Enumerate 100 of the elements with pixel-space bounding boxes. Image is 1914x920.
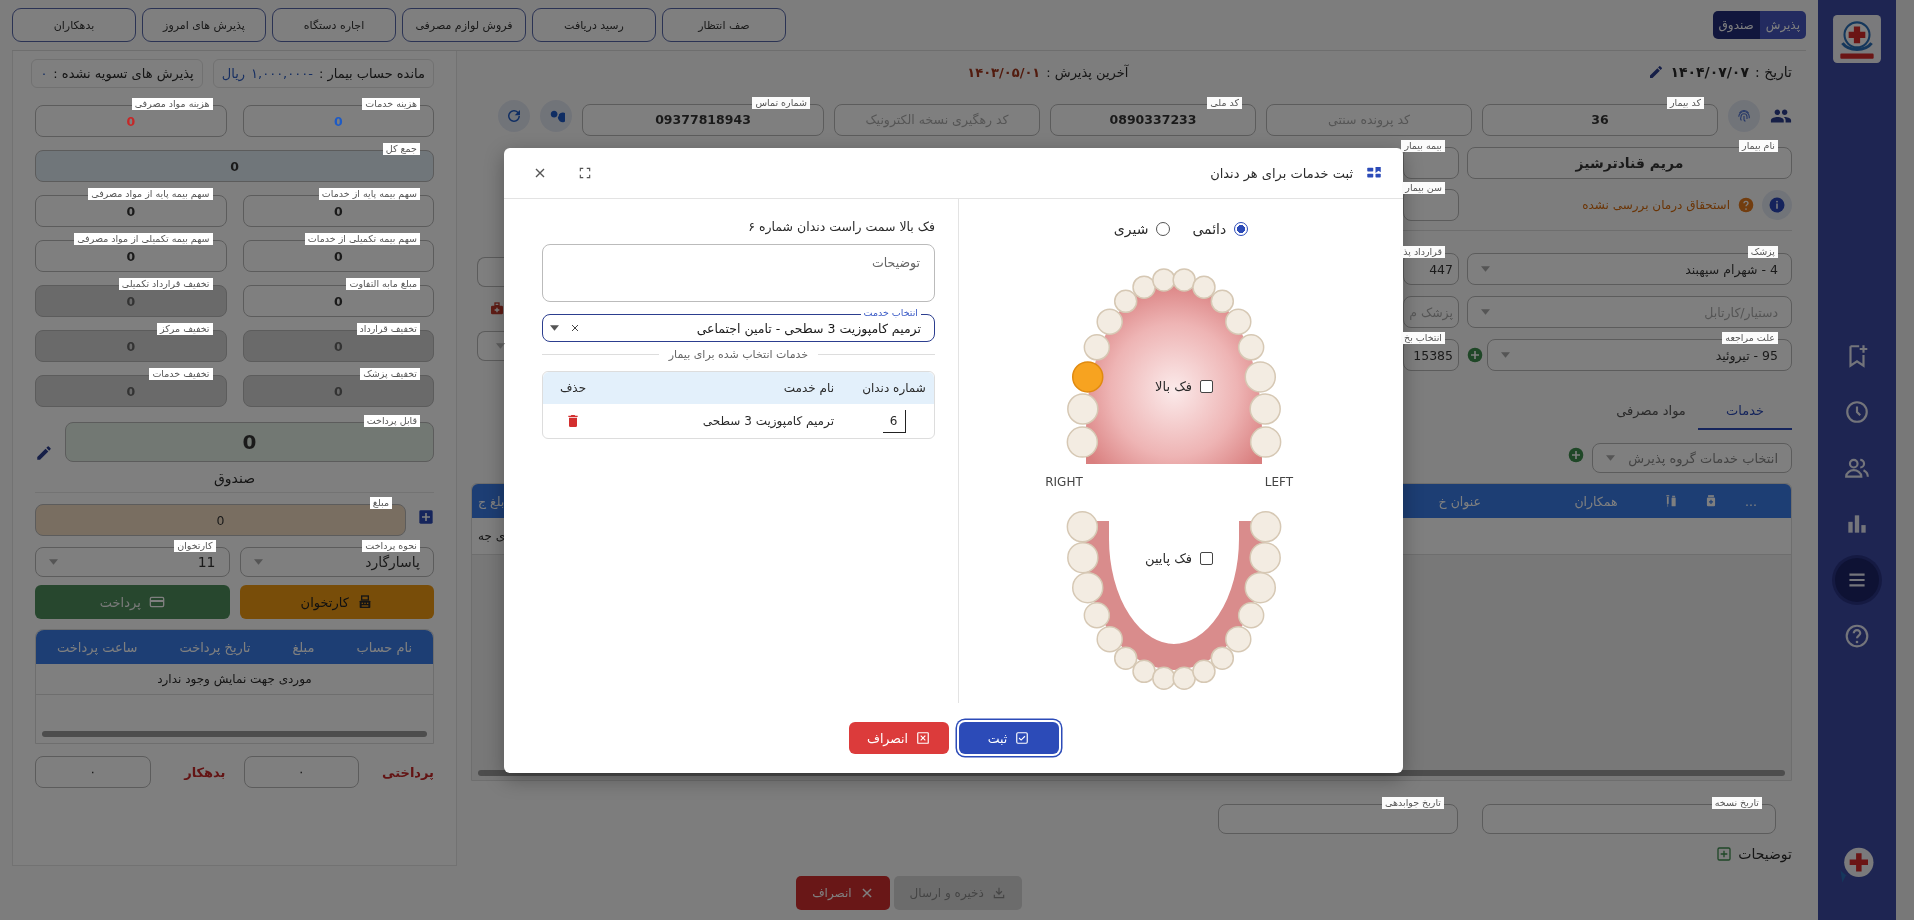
caret-icon	[1481, 309, 1490, 315]
select-field[interactable]: پزشک 4 - شهرام سپهبند	[1467, 246, 1792, 285]
caret-icon	[1501, 352, 1510, 358]
column-header: ساعت پرداخت	[57, 639, 138, 655]
field-label: تخفیف قرارداد تکمیلی	[118, 278, 213, 290]
info-icon	[1768, 196, 1786, 214]
total-label: پرداختی	[381, 764, 434, 780]
toolbar-button[interactable]: اجاره دستگاه	[272, 8, 396, 42]
patient-name-field[interactable]: نام بیمار مریم قنادترشیز	[1467, 140, 1792, 179]
close-icon	[859, 886, 874, 900]
radio-label: دائمی	[1192, 221, 1227, 237]
search-button[interactable]	[540, 100, 572, 132]
scrollbar-track[interactable]	[1896, 0, 1914, 920]
date-field[interactable]: تاریخ نسخه	[1482, 797, 1776, 834]
clock-icon	[1844, 399, 1870, 425]
notes-field[interactable]: توضیحات	[542, 244, 935, 302]
dialog-title: ثبت خدمات برای هر دندان	[1210, 165, 1353, 181]
sidebar-item[interactable]	[1835, 558, 1879, 602]
toolbar-button[interactable]: بدهکاران	[12, 8, 136, 42]
currency-label: ریال	[221, 66, 246, 81]
field-label: تخفیف قرارداد	[356, 323, 420, 335]
last-admission-date: ۱۴۰۳/۰۵/۰۱	[967, 64, 1041, 80]
caret-icon	[1481, 266, 1490, 272]
logo-icon[interactable]	[1832, 14, 1882, 64]
notes-label: توضیحات	[1738, 846, 1792, 862]
caret-icon	[496, 343, 505, 349]
add-icon[interactable]	[1716, 846, 1733, 862]
field-label: کد ملی	[1207, 96, 1242, 109]
column-header: شماره دندان	[861, 381, 927, 395]
refresh-button[interactable]	[498, 100, 530, 132]
column-header: همکاران	[1573, 493, 1619, 509]
medicine-box-icon	[1704, 494, 1718, 508]
field-label: تاریخ نسخه	[1711, 797, 1762, 809]
scrollbar[interactable]	[42, 731, 427, 737]
total-label: بدهکار	[182, 764, 226, 780]
download-icon	[991, 886, 1006, 900]
checkbox-label: فک پایین	[1145, 551, 1192, 566]
radio-label: شیری	[1113, 221, 1149, 237]
balance-value: -۱,۰۰۰,۰۰۰	[251, 66, 313, 81]
tooth-number-input[interactable]: 6	[882, 409, 906, 433]
unsettled-count: ۰	[40, 66, 48, 81]
field-label: جمع کل	[382, 143, 420, 155]
total-field: ۰	[243, 756, 360, 788]
select-field[interactable]: نحوه پرداخت پاسارگارد	[239, 540, 434, 577]
toolbar-button[interactable]: رسید دریافت	[532, 8, 656, 42]
field-label: سن بیمار	[1402, 182, 1445, 194]
fullscreen-icon[interactable]	[578, 166, 592, 180]
side-label: RIGHT	[1045, 475, 1083, 489]
add-icon[interactable]	[1467, 347, 1483, 363]
field-label: کارتخوان	[174, 540, 216, 552]
toolbar-button[interactable]: صف انتظار	[662, 8, 786, 42]
field-label: انتخاب خدمت	[860, 307, 921, 319]
radio-button[interactable]	[1234, 222, 1249, 236]
checkbox[interactable]	[1200, 552, 1213, 565]
field-label: تخفیف خدمات	[149, 368, 213, 380]
dialog-button[interactable]: انصراف	[848, 722, 949, 754]
field-label: هزینه خدمات	[362, 98, 420, 110]
field-label: نحوه پرداخت	[362, 540, 420, 552]
field-label: سهم بیمه تکمیلی از خدمات	[304, 233, 420, 245]
toolbar-button[interactable]: فروش لوازم مصرفی	[402, 8, 526, 42]
caret-icon	[49, 559, 58, 565]
column-header: نام حساب	[356, 639, 413, 655]
field-label: سهم بیمه پایه از مواد مصرفی	[88, 188, 213, 200]
service-select[interactable]: انتخاب خدمت ترمیم کامپوزیت 3 سطحی - تامین اجتماعی	[542, 307, 935, 342]
dialog-button[interactable]: ثبت	[958, 722, 1059, 754]
field-label: تخفیف پزشک	[360, 368, 420, 380]
add-icon[interactable]	[418, 508, 434, 525]
eligibility-status: استحقاق درمان بررسی نشده	[1582, 198, 1730, 212]
checkbox[interactable]	[1200, 380, 1213, 393]
input-field[interactable]	[477, 257, 505, 287]
field-label: نام بیمار	[1739, 140, 1778, 152]
toolbar-button[interactable]: پذیرش های امروز	[142, 8, 266, 42]
edit-icon[interactable]	[1648, 64, 1665, 80]
delete-icon[interactable]	[565, 413, 581, 429]
medical-case-icon[interactable]	[489, 301, 505, 317]
column-header: عنوان خ	[1438, 493, 1481, 509]
mode-tab[interactable]: صندوق	[1712, 11, 1760, 39]
field-label: قابل پرداخت	[363, 415, 420, 427]
caret-icon	[253, 559, 263, 565]
checkbox-icon	[1015, 731, 1030, 745]
select-field[interactable]	[477, 331, 505, 361]
edit-icon[interactable]	[35, 444, 53, 462]
clear-icon[interactable]	[569, 322, 581, 334]
field-label: علت مراجعه	[1722, 332, 1778, 344]
tab[interactable]: مواد مصرفی	[1604, 392, 1698, 430]
add-icon[interactable]	[1568, 446, 1584, 463]
fingerprint-button[interactable]	[1728, 100, 1760, 132]
info-button[interactable]	[1762, 190, 1792, 220]
syringe-vial-icon	[1664, 494, 1678, 508]
column-header: نام خدمت	[782, 381, 835, 395]
balance-label: مانده حساب بیمار :	[318, 66, 425, 81]
select-field[interactable]: علت مراجعه 95 - تیروئید	[1487, 332, 1792, 371]
date-field[interactable]: تاریخ جوابدهی	[1218, 797, 1458, 834]
close-box-icon	[916, 731, 931, 745]
tooth-caption: فک بالا سمت راست دندان شماره ۶	[747, 219, 935, 234]
column-header: مبلغ	[292, 639, 315, 655]
empty-message: موردی جهت نمایش وجود ندارد	[157, 672, 312, 686]
table-cell: ی جه	[478, 529, 506, 543]
last-admission-label: آخرین پذیرش :	[1046, 64, 1129, 80]
tab[interactable]: خدمات	[1698, 392, 1792, 430]
